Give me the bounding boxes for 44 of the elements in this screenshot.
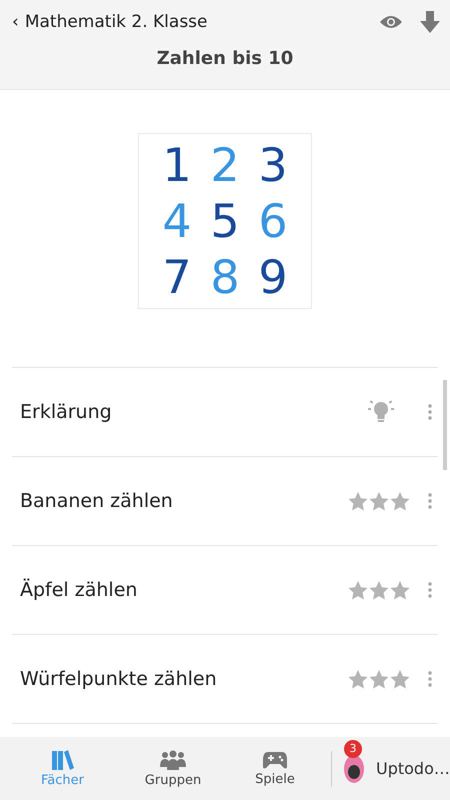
lesson-row[interactable]: Bananen zählen (12, 457, 438, 546)
star-icon (369, 580, 389, 600)
star-icon (348, 670, 368, 688)
lesson-title: Äpfel zählen (20, 579, 138, 601)
nav-tab[interactable]: Gruppen (123, 750, 223, 788)
star-icon (390, 670, 410, 688)
people-icon (160, 750, 186, 770)
digit: 7 (161, 249, 193, 305)
lesson-title: Würfelpunkte zählen (20, 668, 218, 690)
lesson-row[interactable]: Erklärung (12, 368, 438, 457)
eye-icon[interactable] (380, 15, 402, 29)
lesson-row[interactable]: Würfelpunkte zählen (12, 635, 438, 724)
more-options-icon[interactable] (428, 493, 432, 509)
profile-name[interactable]: Uptodo… (376, 759, 450, 778)
back-link[interactable]: ‹ Mathematik 2. Klasse (12, 12, 208, 32)
star-icon (390, 580, 410, 600)
star-icon (390, 492, 410, 510)
notification-badge: 3 (344, 740, 362, 758)
nav-tab[interactable]: Spiele (225, 750, 325, 786)
digit: 3 (257, 137, 289, 193)
star-icon (348, 492, 368, 510)
star-icon (348, 580, 368, 600)
digit: 1 (161, 137, 193, 193)
scrollbar[interactable] (443, 380, 447, 470)
digit: 5 (209, 193, 241, 249)
digit: 2 (209, 137, 241, 193)
page-title: Zahlen bis 10 (156, 47, 294, 71)
more-options-icon[interactable] (428, 404, 432, 420)
lesson-row[interactable]: Äpfel zählen (12, 546, 438, 635)
gamepad-icon (263, 750, 287, 768)
more-options-icon[interactable] (428, 582, 432, 598)
more-options-icon[interactable] (428, 671, 432, 687)
lesson-title: Erklärung (20, 401, 113, 423)
digit: 9 (257, 249, 289, 305)
digit: 4 (161, 193, 193, 249)
lesson-title: Bananen zählen (20, 490, 174, 512)
books-icon (52, 750, 74, 770)
lightbulb-icon (368, 399, 394, 425)
digit: 6 (257, 193, 289, 249)
digit: 8 (209, 249, 241, 305)
download-icon[interactable] (420, 11, 440, 33)
star-icon (369, 492, 389, 510)
star-icon (369, 670, 389, 688)
avatar-icon[interactable] (342, 754, 366, 784)
